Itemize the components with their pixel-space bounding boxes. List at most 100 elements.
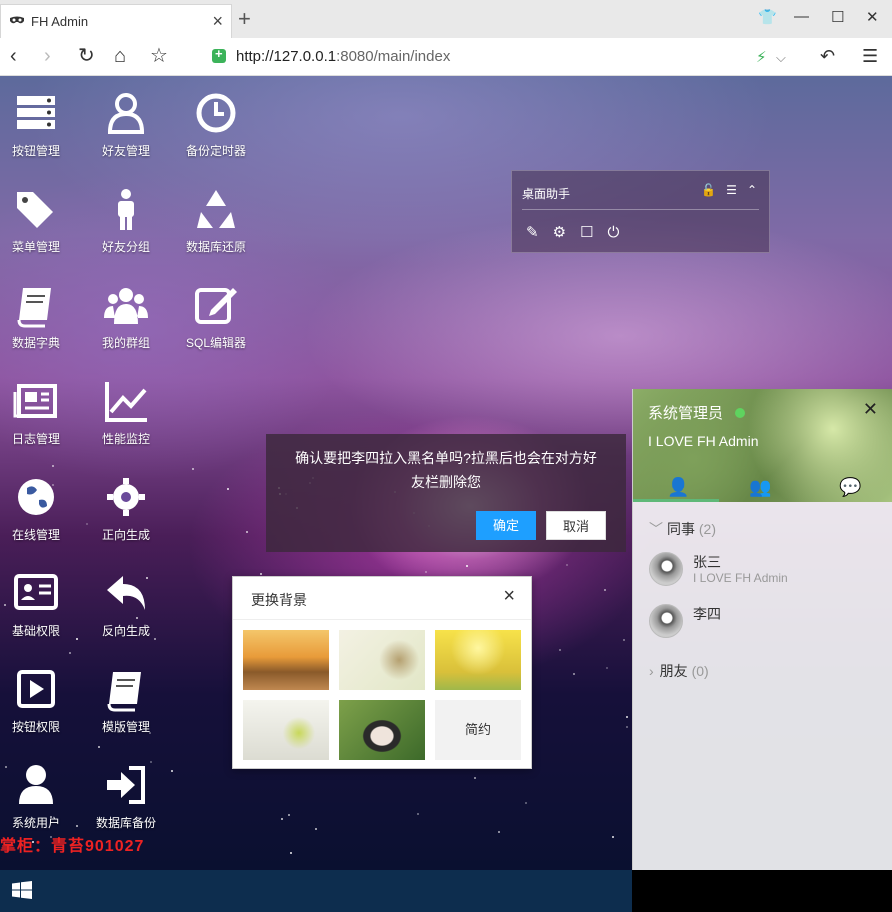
star	[288, 813, 291, 816]
person-icon	[118, 189, 134, 230]
ok-button[interactable]: 确定	[476, 511, 536, 540]
globe-icon	[18, 479, 54, 515]
server-icon	[17, 96, 55, 129]
star	[417, 812, 420, 815]
chat-username: 系统管理员	[648, 405, 724, 422]
undo-icon[interactable]: ↶	[820, 46, 835, 66]
star	[259, 572, 262, 575]
star	[68, 651, 71, 654]
desktop-icon[interactable]: 数据库备份	[81, 754, 171, 844]
new-tab-icon[interactable]: +	[238, 6, 251, 32]
windows-start-icon[interactable]	[12, 881, 32, 899]
home-icon[interactable]: ⌂	[114, 46, 126, 66]
skin-icon[interactable]: 👕	[758, 8, 777, 26]
gear-icon	[107, 478, 145, 516]
lock-icon[interactable]: 🔓	[701, 183, 716, 197]
background-thumb-flower[interactable]	[339, 630, 425, 690]
newspaper-icon	[13, 384, 57, 418]
user-solid-icon	[19, 765, 53, 804]
minimize-icon[interactable]: —	[794, 8, 809, 25]
desktop-icon-label: 基础权限	[11, 624, 60, 638]
background-thumb-field[interactable]	[435, 630, 521, 690]
forward-icon[interactable]: ›	[44, 46, 51, 66]
divider	[522, 209, 759, 210]
shopkeeper-text: 掌柜：青苔901027	[0, 838, 145, 855]
history-tab-icon[interactable]: 💬	[839, 477, 861, 498]
desktop-icon[interactable]: SQL编辑器	[171, 274, 261, 364]
id-card-icon	[14, 574, 58, 610]
desktop-icon[interactable]: 按钮权限	[0, 658, 81, 748]
address-bar: ‹ › ↻ ⌂ ☆ http://127.0.0.1:8080/main/ind…	[0, 38, 892, 76]
background-thumb-simple[interactable]: 简约	[435, 700, 521, 760]
desktop-icon[interactable]: 我的群组	[81, 274, 171, 364]
back-icon[interactable]: ‹	[10, 46, 17, 66]
lightning-icon[interactable]: ⚡	[756, 48, 767, 68]
tags-icon	[17, 192, 53, 228]
close-icon[interactable]: ✕	[863, 399, 878, 420]
friend-item[interactable]: 李四	[649, 604, 879, 648]
desktop: 按钮管理 好友管理 备份定时器菜单管理 好友分组 数据库还原数据字典 我的群组 SQL编辑器…	[0, 76, 892, 870]
desktop-icon-label: 按钮管理	[11, 144, 60, 158]
menu-icon[interactable]: ☰	[862, 46, 878, 66]
chevron-right-icon: ›	[649, 663, 654, 679]
desktop-icon[interactable]: 好友管理	[81, 82, 171, 172]
reload-icon[interactable]: ↻	[78, 46, 95, 66]
chat-signature[interactable]: I LOVE FH Admin	[648, 433, 758, 449]
power-icon[interactable]: ⏻	[607, 224, 619, 241]
url-field[interactable]: http://127.0.0.1:8080/main/index	[236, 48, 450, 65]
edit-icon[interactable]: ✎	[526, 223, 539, 241]
group-colleagues[interactable]: ﹀ 同事 (2)	[649, 519, 716, 539]
background-thumb-girl[interactable]	[339, 700, 425, 760]
panel-title: 更换背景	[251, 592, 307, 608]
close-tab-icon[interactable]: ×	[212, 11, 223, 32]
desktop-icon-label: SQL编辑器	[185, 336, 246, 350]
avatar	[649, 604, 683, 638]
online-status-icon[interactable]	[735, 408, 745, 418]
square-icon[interactable]: ☐	[580, 223, 593, 241]
maximize-icon[interactable]: ☐	[831, 8, 844, 26]
desktop-icon[interactable]: 模版管理	[81, 658, 171, 748]
desktop-icon[interactable]: 数据字典	[0, 274, 81, 364]
desktop-icon[interactable]: 正向生成	[81, 466, 171, 556]
desktop-icon[interactable]: 性能监控	[81, 370, 171, 460]
browser-tab[interactable]: FH Admin ×	[0, 4, 232, 38]
desktop-icon[interactable]: 基础权限	[0, 562, 81, 652]
friend-item[interactable]: 张三 I LOVE FH Admin	[649, 552, 879, 596]
background-thumb-sofa[interactable]	[243, 700, 329, 760]
desktop-icon[interactable]: 数据库还原	[171, 178, 261, 268]
chat-header: 系统管理员 I LOVE FH Admin ✕ 👤 👥 💬	[633, 389, 892, 502]
desktop-icon[interactable]: 日志管理	[0, 370, 81, 460]
settings-icon[interactable]: ⚙	[553, 223, 566, 241]
star	[289, 852, 292, 855]
close-icon[interactable]: ×	[503, 585, 515, 608]
desktop-icon[interactable]: 反向生成	[81, 562, 171, 652]
group-friends[interactable]: › 朋友 (0)	[649, 661, 709, 681]
desktop-icon[interactable]: 按钮管理	[0, 82, 81, 172]
taskbar	[0, 870, 632, 912]
friend-tab-icon[interactable]: 👤	[667, 477, 689, 498]
star	[424, 571, 427, 574]
line-chart-icon	[105, 382, 147, 422]
active-tab-indicator	[633, 499, 719, 502]
bars-icon[interactable]: ☰	[726, 183, 737, 197]
desktop-icon[interactable]: 好友分组	[81, 178, 171, 268]
desktop-icon[interactable]: 备份定时器	[171, 82, 261, 172]
desktop-icon[interactable]: 在线管理	[0, 466, 81, 556]
reply-icon	[107, 576, 145, 610]
desktop-icon[interactable]: 系统用户	[0, 754, 81, 844]
collapse-icon[interactable]: ⌃	[747, 183, 757, 197]
users-icon	[104, 288, 148, 324]
star	[227, 487, 230, 490]
group-tab-icon[interactable]: 👥	[749, 477, 771, 498]
star	[280, 817, 283, 820]
clock-icon	[196, 93, 236, 133]
chevron-down-icon[interactable]: ⌵	[776, 48, 786, 68]
background-thumb-beach[interactable]	[243, 630, 329, 690]
desktop-icon[interactable]: 菜单管理	[0, 178, 81, 268]
cancel-button[interactable]: 取消	[546, 511, 606, 540]
change-background-panel: 更换背景 × 简约	[232, 576, 532, 769]
star	[612, 836, 614, 838]
star-icon[interactable]: ☆	[150, 46, 168, 66]
close-window-icon[interactable]: ✕	[866, 8, 879, 26]
desktop-icon-label: 我的群组	[101, 336, 150, 350]
